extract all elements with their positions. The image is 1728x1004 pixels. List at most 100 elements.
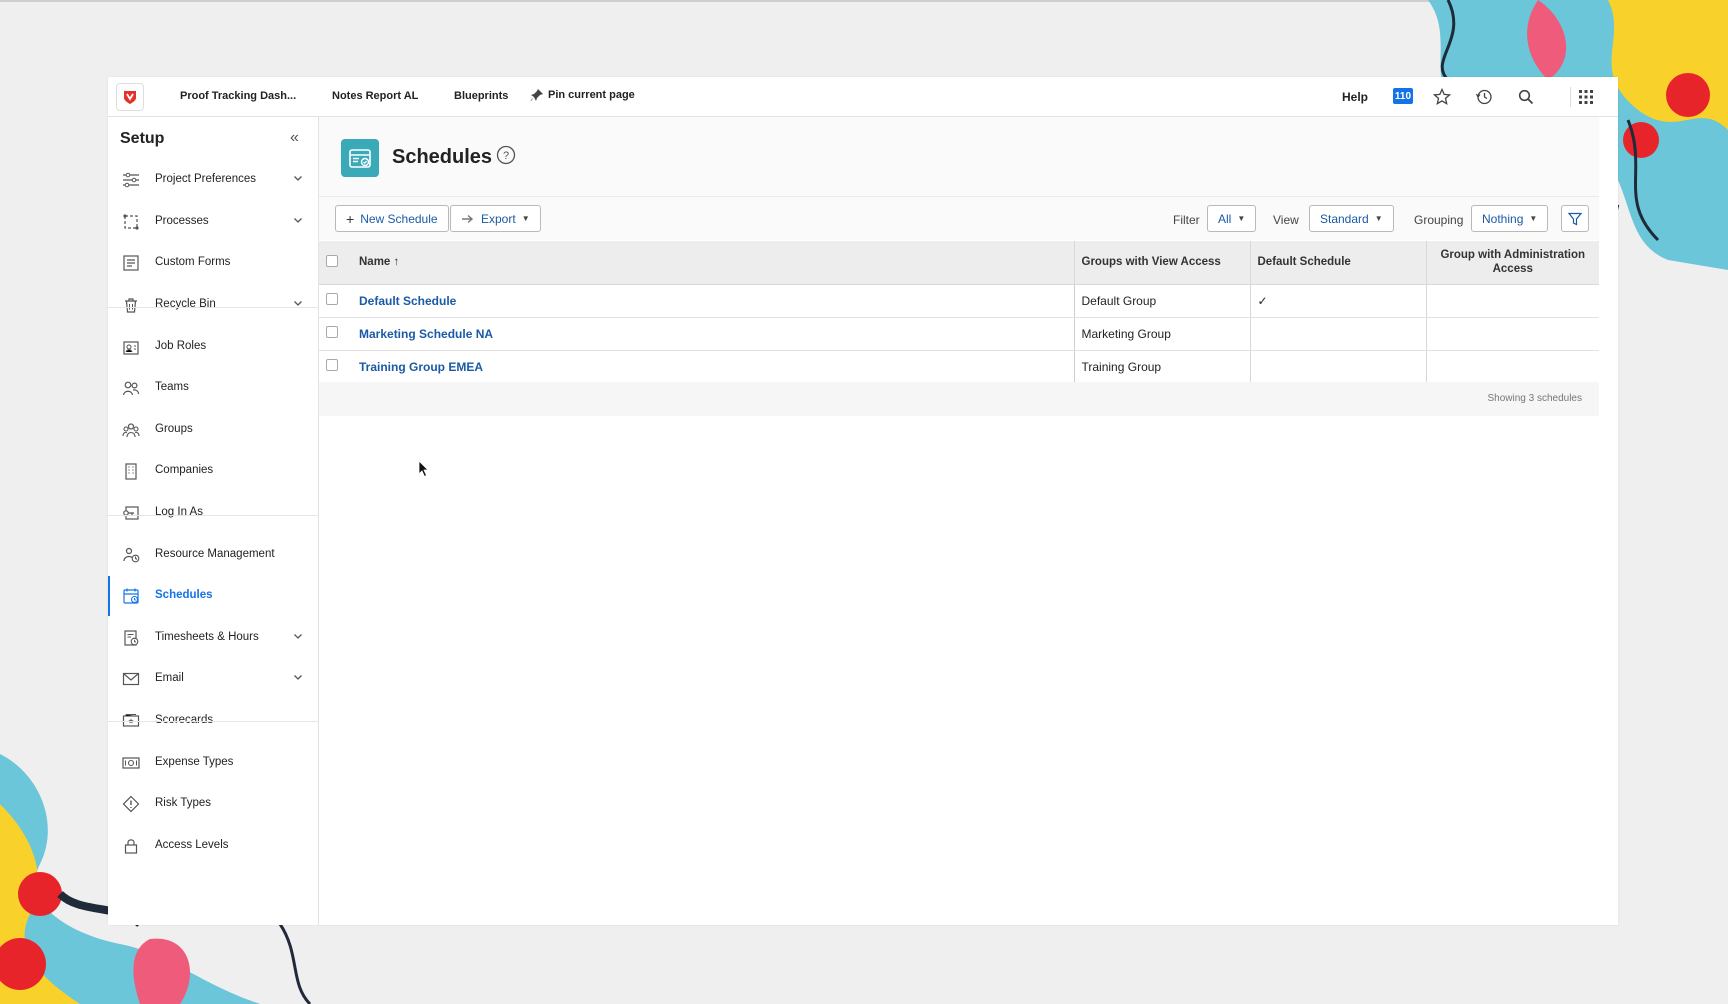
filter-value: All xyxy=(1218,211,1232,226)
timesheet-icon xyxy=(124,630,139,646)
admin-group-cell xyxy=(1426,284,1599,318)
nav-link-blueprints[interactable]: Blueprints xyxy=(454,90,508,102)
sidebar-item-label: Companies xyxy=(155,464,214,476)
recent-history-icon[interactable] xyxy=(1474,86,1494,108)
sidebar-item-label: Teams xyxy=(155,381,189,393)
building-icon xyxy=(125,463,137,480)
admin-group-cell xyxy=(1426,350,1599,384)
sidebar-item-custom-forms[interactable]: Custom Forms xyxy=(108,243,318,283)
help-question-icon[interactable]: ? xyxy=(496,145,516,165)
help-link[interactable]: Help xyxy=(1342,90,1368,104)
sidebar-item-recycle-bin[interactable]: Recycle Bin xyxy=(108,285,318,325)
schedule-link[interactable]: Marketing Schedule NA xyxy=(359,327,493,341)
chevron-down-icon[interactable] xyxy=(292,671,304,683)
sidebar-item-project-preferences[interactable]: Project Preferences xyxy=(108,160,318,200)
schedule-link[interactable]: Default Schedule xyxy=(359,294,456,308)
new-schedule-button[interactable]: + New Schedule xyxy=(335,205,449,232)
app-window: Proof Tracking Dash... Notes Report AL B… xyxy=(108,77,1618,925)
sidebar-item-groups[interactable]: Groups xyxy=(108,410,318,450)
table-footer: Showing 3 schedules xyxy=(319,382,1599,416)
sidebar-item-processes[interactable]: Processes xyxy=(108,202,318,242)
default-schedule-cell xyxy=(1250,317,1427,351)
sidebar-item-teams[interactable]: Teams xyxy=(108,368,318,408)
job-role-icon xyxy=(123,341,139,355)
new-schedule-label: New Schedule xyxy=(360,211,438,226)
schedule-link[interactable]: Training Group EMEA xyxy=(359,360,483,374)
sidebar-item-timesheets-hours[interactable]: Timesheets & Hours xyxy=(108,618,318,658)
sidebar-title: Setup xyxy=(120,130,165,147)
row-checkbox[interactable] xyxy=(326,293,338,305)
chevron-down-icon[interactable] xyxy=(292,214,304,226)
chevron-down-icon[interactable] xyxy=(292,630,304,642)
sidebar-item-expense-types[interactable]: Expense Types xyxy=(108,743,318,783)
sidebar-item-companies[interactable]: Companies xyxy=(108,451,318,491)
setup-sidebar: Setup « Project Preferences Processes Cust… xyxy=(108,117,319,925)
table-row: Default Schedule Default Group ✓ xyxy=(319,284,1599,318)
notifications-badge[interactable]: 110 xyxy=(1393,88,1413,104)
app-grid-icon[interactable] xyxy=(1576,86,1596,108)
favorites-star-icon[interactable] xyxy=(1432,86,1452,108)
mouse-cursor-icon xyxy=(418,460,429,478)
collapse-sidebar-icon[interactable]: « xyxy=(290,129,299,147)
column-header-groups[interactable]: Groups with View Access xyxy=(1074,241,1251,285)
sidebar-item-label: Scorecards xyxy=(155,714,214,726)
row-checkbox[interactable] xyxy=(326,326,338,338)
sidebar-item-label: Recycle Bin xyxy=(155,298,216,310)
nav-link-notes-report[interactable]: Notes Report AL xyxy=(332,90,418,102)
filter-funnel-button[interactable] xyxy=(1561,205,1589,232)
sidebar-item-schedules[interactable]: Schedules xyxy=(108,576,318,616)
form-icon xyxy=(123,255,139,271)
export-label: Export xyxy=(481,211,516,226)
schedules-table: Name ↑ Groups with View Access Default S… xyxy=(319,241,1599,384)
calendar-icon xyxy=(123,588,139,604)
sidebar-item-label: Groups xyxy=(155,423,193,435)
result-count: Showing 3 schedules xyxy=(1487,393,1582,404)
column-header-default[interactable]: Default Schedule xyxy=(1250,241,1427,285)
schedule-name-cell: Training Group EMEA xyxy=(352,350,1075,384)
sidebar-item-label: Project Preferences xyxy=(155,173,256,185)
column-header-admin[interactable]: Group with Administration Access xyxy=(1426,241,1599,285)
lock-icon xyxy=(124,839,138,854)
table-header-row: Name ↑ Groups with View Access Default S… xyxy=(319,241,1599,285)
admin-group-cell xyxy=(1426,317,1599,351)
view-dropdown[interactable]: Standard ▼ xyxy=(1309,205,1394,232)
sidebar-item-job-roles[interactable]: Job Roles xyxy=(108,327,318,367)
sidebar-item-risk-types[interactable]: Risk Types xyxy=(108,784,318,824)
select-all-checkbox[interactable] xyxy=(326,254,338,267)
grouping-dropdown[interactable]: Nothing ▼ xyxy=(1471,205,1549,232)
schedules-page-icon xyxy=(341,139,379,177)
sidebar-divider xyxy=(108,515,318,516)
sidebar-item-resource-management[interactable]: Resource Management xyxy=(108,535,318,575)
trash-icon xyxy=(125,298,137,313)
sidebar-item-email[interactable]: Email xyxy=(108,659,318,699)
chevron-down-icon[interactable] xyxy=(292,172,304,184)
pin-icon xyxy=(530,89,543,101)
groups-cell: Training Group xyxy=(1074,350,1251,384)
sidebar-item-label: Processes xyxy=(155,215,209,227)
schedule-name-cell: Marketing Schedule NA xyxy=(352,317,1075,351)
chevron-down-icon: ▼ xyxy=(521,214,530,223)
chevron-down-icon: ▼ xyxy=(1237,214,1246,223)
column-header-name[interactable]: Name ↑ xyxy=(352,241,1075,285)
nav-divider xyxy=(1570,87,1571,107)
sidebar-item-access-levels[interactable]: Access Levels xyxy=(108,826,318,866)
funnel-icon xyxy=(1568,212,1582,225)
app-logo-button[interactable] xyxy=(116,83,144,111)
money-icon xyxy=(122,757,140,769)
resource-icon xyxy=(123,547,140,563)
sidebar-item-label: Access Levels xyxy=(155,839,229,851)
filter-dropdown[interactable]: All ▼ xyxy=(1207,205,1257,232)
search-icon[interactable] xyxy=(1516,86,1536,108)
plus-icon: + xyxy=(346,210,355,227)
sidebar-item-label: Schedules xyxy=(155,589,213,601)
mail-icon xyxy=(122,672,140,686)
sidebar-item-log-in-as[interactable]: Log In As xyxy=(108,493,318,533)
nav-link-proof-tracking[interactable]: Proof Tracking Dash... xyxy=(180,90,296,102)
group-icon xyxy=(122,423,140,438)
row-checkbox[interactable] xyxy=(326,359,338,371)
export-button[interactable]: Export ▼ xyxy=(450,205,541,232)
sliders-icon xyxy=(123,172,139,188)
team-icon xyxy=(122,381,140,396)
pin-current-page-button[interactable]: Pin current page xyxy=(530,88,635,102)
row-checkbox-cell xyxy=(319,350,352,384)
